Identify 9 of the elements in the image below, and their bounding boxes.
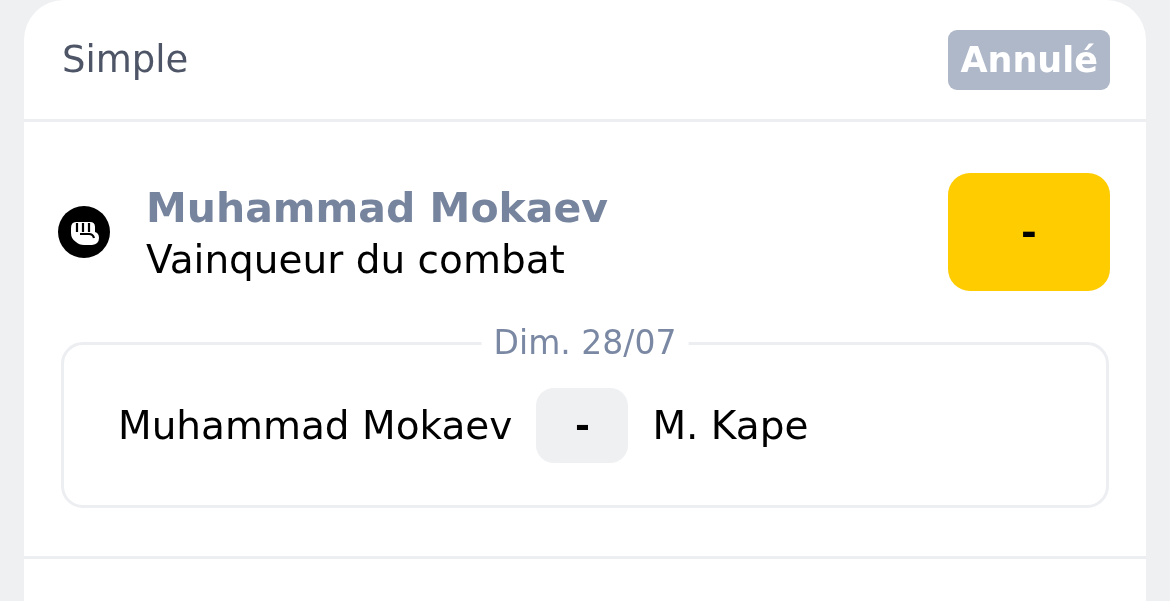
- bet-type-label: Simple: [62, 38, 189, 81]
- market-label: Vainqueur du combat: [146, 236, 565, 284]
- fighter-name: M. Kape: [652, 402, 809, 448]
- fist-icon: [58, 206, 110, 258]
- fighter-name: Muhammad Mokaev: [146, 183, 608, 234]
- score-badge: -: [536, 387, 629, 463]
- fighter-name: Muhammad Mokaev: [118, 402, 513, 448]
- status-badge: Annulé: [948, 29, 1110, 90]
- odds-button[interactable]: -: [948, 173, 1110, 291]
